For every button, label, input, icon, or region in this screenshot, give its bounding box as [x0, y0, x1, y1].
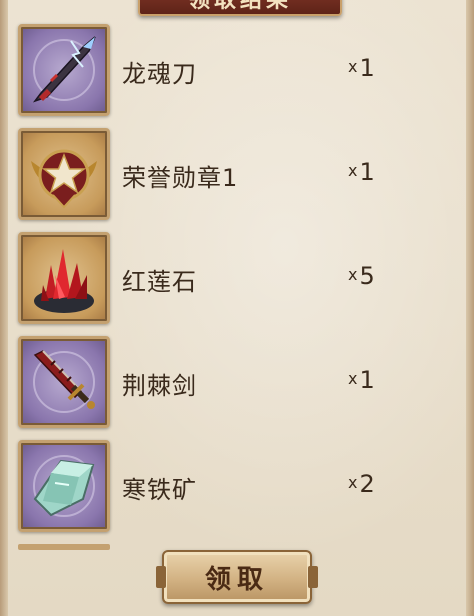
claim-button[interactable]: 领取	[156, 550, 318, 604]
item-quantity: x1	[348, 54, 375, 82]
item-icon-frame[interactable]	[18, 128, 110, 220]
list-item: 红莲石 x5	[18, 232, 458, 328]
item-name: 红莲石	[122, 268, 197, 296]
claim-button-label: 领取	[204, 564, 269, 595]
item-name: 荣誉勋章1	[122, 164, 239, 192]
panel-border-left	[0, 0, 8, 616]
item-quantity: x1	[348, 366, 375, 394]
red-lotus-stone-icon	[34, 249, 94, 313]
list-item: 荆棘剑 x1	[18, 336, 458, 432]
dragon-soul-blade-icon	[32, 36, 96, 103]
item-name: 龙魂刀	[122, 60, 197, 88]
honor-medal-icon	[31, 149, 97, 209]
dialog-title: 领取结果	[187, 0, 292, 13]
item-quantity: x5	[348, 262, 375, 290]
item-quantity: x2	[348, 470, 375, 498]
item-name: 荆棘剑	[122, 372, 197, 400]
item-icon-frame[interactable]	[18, 336, 110, 428]
list-item: 龙魂刀 x1	[18, 24, 458, 120]
next-item-frame-edge	[18, 544, 110, 550]
title-banner: 领取结果	[138, 0, 342, 16]
panel-border-right	[466, 0, 474, 616]
item-icon-frame[interactable]	[18, 440, 110, 532]
item-icon-frame[interactable]	[18, 232, 110, 324]
item-name: 寒铁矿	[122, 476, 197, 504]
list-item: 寒铁矿 x2	[18, 440, 458, 536]
item-quantity: x1	[348, 158, 375, 186]
cold-iron-ore-icon	[33, 455, 95, 517]
item-icon-frame[interactable]	[18, 24, 110, 116]
thorn-sword-icon	[33, 350, 95, 413]
list-item: 荣誉勋章1 x1	[18, 128, 458, 224]
